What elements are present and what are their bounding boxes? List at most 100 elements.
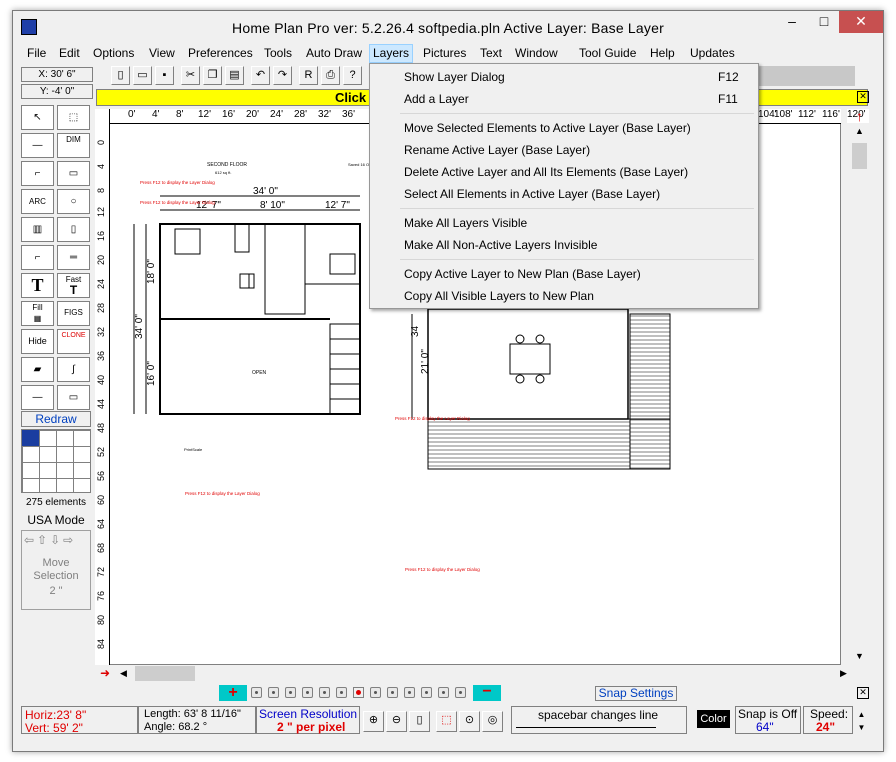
zoom-out-icon[interactable]: ⊖	[386, 711, 407, 732]
horizontal-scroll-thumb[interactable]	[135, 666, 195, 681]
active-layer-cell[interactable]	[22, 430, 39, 446]
menu-item-make-non-active-invisible[interactable]: Make All Non-Active Layers Invisible	[370, 235, 758, 255]
horizontal-scrollbar[interactable]: ➜ ◀ ▶	[95, 665, 847, 682]
print-icon[interactable]: ⎙	[321, 66, 340, 85]
layer-grid[interactable]	[21, 429, 91, 493]
menu-text[interactable]: Text	[477, 45, 505, 62]
menu-updates[interactable]: Updates	[687, 45, 738, 62]
menu-view[interactable]: View	[146, 45, 178, 62]
color-button[interactable]: Color	[697, 710, 730, 728]
close-button[interactable]: ✕	[839, 11, 883, 33]
redraw-button[interactable]: Redraw	[21, 411, 91, 427]
rectangle-tool-icon[interactable]: ▭	[57, 161, 90, 186]
menu-options[interactable]: Options	[90, 45, 137, 62]
dim-tool-button[interactable]: DIM	[57, 133, 90, 158]
menu-item-delete-layer[interactable]: Delete Active Layer and All Its Elements…	[370, 162, 758, 182]
layerbar-close-icon[interactable]: ✕	[857, 687, 869, 699]
copy-icon[interactable]: ❐	[203, 66, 222, 85]
scroll-up-icon[interactable]: ▲	[851, 123, 868, 140]
menu-tool-guide[interactable]: Tool Guide	[576, 45, 639, 62]
active-layer-dot[interactable]	[353, 687, 364, 698]
snap-status-box[interactable]: Snap is Off 64"	[735, 706, 801, 734]
minimize-button[interactable]: –	[777, 11, 807, 33]
menu-help[interactable]: Help	[647, 45, 678, 62]
figs-tool-button[interactable]: FIGS	[57, 301, 90, 326]
move-arrows-icon[interactable]: ⇦⇧⇩⇨	[24, 533, 88, 553]
menu-pictures[interactable]: Pictures	[420, 45, 469, 62]
menu-window[interactable]: Window	[512, 45, 561, 62]
layer-dot[interactable]	[438, 687, 449, 698]
undo-icon[interactable]: ↶	[251, 66, 270, 85]
step-line-icon[interactable]: ⌐	[21, 245, 54, 270]
picture-tool-icon[interactable]: ▰	[21, 357, 54, 382]
clone-tool-button[interactable]: CLONE	[57, 329, 90, 354]
open-folder-icon[interactable]: ▭	[133, 66, 152, 85]
layer-dot[interactable]	[370, 687, 381, 698]
menu-file[interactable]: File	[24, 45, 49, 62]
speed-up-icon[interactable]: ▲	[855, 708, 868, 721]
scroll-left-icon[interactable]: ◀	[115, 665, 132, 682]
line-style-box[interactable]: spacebar changes line	[511, 706, 687, 734]
layer-dot[interactable]	[421, 687, 432, 698]
menu-tools[interactable]: Tools	[261, 45, 295, 62]
double-line-icon[interactable]: ═	[57, 245, 90, 270]
layer-dot[interactable]	[319, 687, 330, 698]
screen-resolution-box[interactable]: Screen Resolution 2 " per pixel	[256, 706, 360, 734]
layer-dot[interactable]	[387, 687, 398, 698]
menu-edit[interactable]: Edit	[56, 45, 83, 62]
menu-item-add-layer[interactable]: Add a Layer F11	[370, 89, 758, 109]
vertical-scroll-thumb[interactable]	[852, 143, 867, 169]
new-file-icon[interactable]: ▯	[111, 66, 130, 85]
banner-close-icon[interactable]: ✕	[857, 91, 869, 103]
snap-settings-button[interactable]: Snap Settings	[595, 686, 677, 701]
zoom-all-icon[interactable]: ◎	[482, 711, 503, 732]
fast-text-button[interactable]: Fast T	[57, 273, 90, 298]
layer-dot[interactable]	[302, 687, 313, 698]
polygon-tool-icon[interactable]: ⌐	[21, 161, 54, 186]
menu-preferences[interactable]: Preferences	[185, 45, 256, 62]
layer-dot[interactable]	[336, 687, 347, 698]
menu-item-copy-active-layer[interactable]: Copy Active Layer to New Plan (Base Laye…	[370, 264, 758, 284]
wall-tool-icon[interactable]: ▥	[21, 217, 54, 242]
text-tool-icon[interactable]: T	[21, 273, 54, 298]
menu-item-rename-layer[interactable]: Rename Active Layer (Base Layer)	[370, 140, 758, 160]
menu-item-make-all-visible[interactable]: Make All Layers Visible	[370, 213, 758, 233]
speed-down-icon[interactable]: ▼	[855, 721, 868, 734]
r-tool-icon[interactable]: R	[299, 66, 318, 85]
zoom-window-icon[interactable]: ⬚	[436, 711, 457, 732]
door-tool-icon[interactable]: ▯	[57, 217, 90, 242]
menu-layers[interactable]: Layers	[369, 44, 414, 63]
cut-icon[interactable]: ✂	[181, 66, 200, 85]
scroll-left-red-arrow-icon[interactable]: ➜	[95, 665, 115, 682]
speed-spinner[interactable]: ▲ ▼	[855, 708, 868, 734]
box-tool-icon[interactable]: ▭	[57, 385, 90, 410]
layer-dot[interactable]	[404, 687, 415, 698]
zoom-page-icon[interactable]: ▯	[409, 711, 430, 732]
zoom-in-icon[interactable]: ⊕	[363, 711, 384, 732]
scroll-down-icon[interactable]: ▼	[851, 648, 868, 665]
select-box-icon[interactable]: ⬚	[57, 105, 90, 130]
usa-mode[interactable]: USA Mode	[21, 513, 91, 527]
line-tool-icon[interactable]: —	[21, 133, 54, 158]
scroll-top-red-arrow-icon[interactable]: ↑	[851, 109, 868, 123]
zoom-selection-icon[interactable]: ⊙	[459, 711, 480, 732]
help-icon[interactable]: ?	[343, 66, 362, 85]
layer-dot[interactable]	[268, 687, 279, 698]
speed-box[interactable]: Speed: 24"	[803, 706, 853, 734]
arc-tool-button[interactable]: ARC	[21, 189, 54, 214]
circle-tool-icon[interactable]: ○	[57, 189, 90, 214]
remove-layer-minus-icon[interactable]: −	[473, 684, 501, 701]
menu-item-copy-visible-layers[interactable]: Copy All Visible Layers to New Plan	[370, 286, 758, 306]
select-arrow-icon[interactable]: ↖	[21, 105, 54, 130]
fill-tool-button[interactable]: Fill ▦	[21, 301, 54, 326]
paste-icon[interactable]: ▤	[225, 66, 244, 85]
save-icon[interactable]: ▪	[155, 66, 174, 85]
add-layer-plus-icon[interactable]: +	[219, 685, 247, 701]
vertical-scrollbar[interactable]: ▲ ▼	[851, 123, 868, 665]
menu-item-move-to-active-layer[interactable]: Move Selected Elements to Active Layer (…	[370, 118, 758, 138]
menu-auto-draw[interactable]: Auto Draw	[303, 45, 365, 62]
menu-item-select-all-in-layer[interactable]: Select All Elements in Active Layer (Bas…	[370, 184, 758, 204]
hline-tool-icon[interactable]: —	[21, 385, 54, 410]
maximize-button[interactable]: □	[809, 11, 839, 33]
curve-tool-icon[interactable]: ∫	[57, 357, 90, 382]
